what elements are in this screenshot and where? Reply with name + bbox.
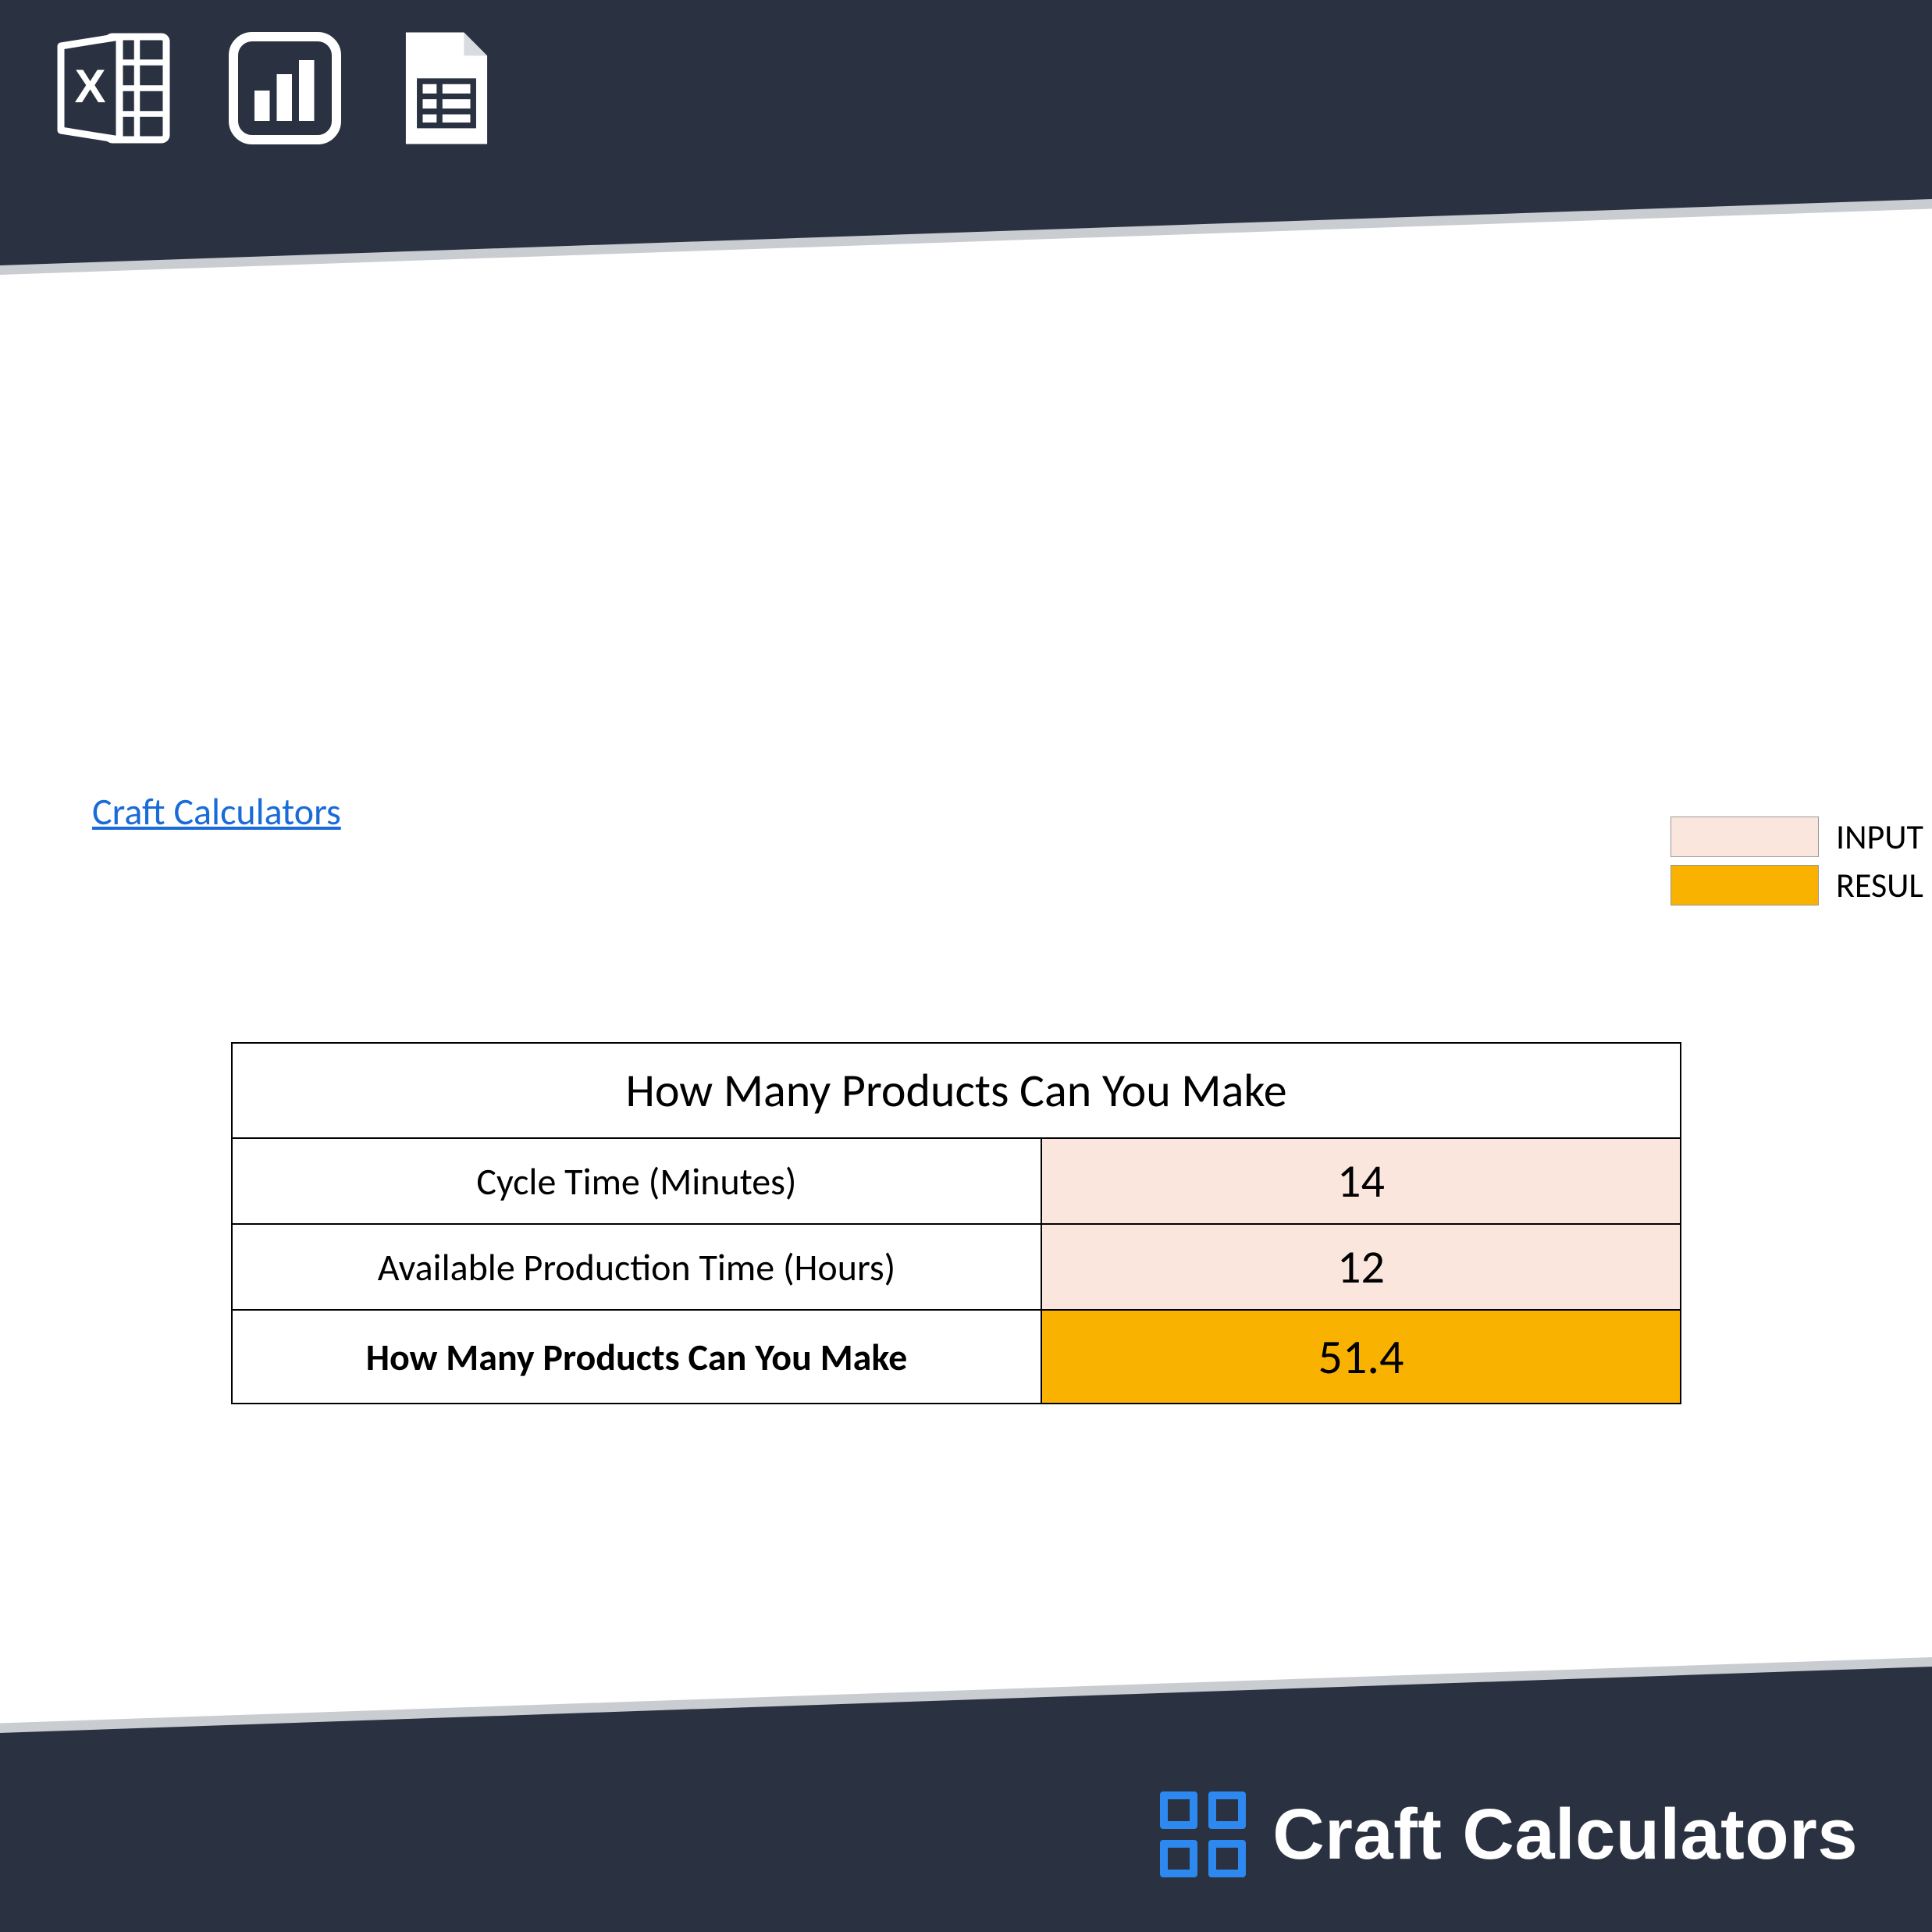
legend-row-result: RESUL: [1670, 864, 1932, 906]
top-icon-row: X: [56, 30, 496, 147]
footer-brand-text: Craft Calculators: [1272, 1794, 1858, 1876]
calculator-table: How Many Products Can You Make Cycle Tim…: [231, 1042, 1681, 1404]
table-row: Cycle Time (Minutes) 14: [232, 1138, 1681, 1224]
legend-row-input: INPUT: [1670, 816, 1932, 858]
legend-swatch-result: [1670, 865, 1819, 906]
legend: INPUT RESUL: [1670, 816, 1932, 906]
table-result-row: How Many Products Can You Make 51.4: [232, 1310, 1681, 1404]
content-area: Craft Calculators INPUT RESUL How Many P…: [0, 0, 1932, 1932]
brand-squares-icon: [1160, 1791, 1246, 1877]
available-time-label: Available Production Time (Hours): [232, 1224, 1041, 1310]
calculator-title: How Many Products Can You Make: [232, 1043, 1681, 1138]
legend-swatch-input: [1670, 817, 1819, 857]
cycle-time-input[interactable]: 14: [1041, 1138, 1681, 1224]
legend-result-label: RESUL: [1836, 864, 1923, 906]
craft-calculators-link[interactable]: Craft Calculators: [92, 788, 341, 834]
bar-chart-icon: [226, 30, 343, 147]
table-title-row: How Many Products Can You Make: [232, 1043, 1681, 1138]
spreadsheet-file-icon: [397, 30, 496, 147]
result-label: How Many Products Can You Make: [232, 1310, 1041, 1404]
svg-text:X: X: [74, 60, 105, 112]
cycle-time-label: Cycle Time (Minutes): [232, 1138, 1041, 1224]
footer-brand: Craft Calculators: [1160, 1791, 1858, 1877]
table-row: Available Production Time (Hours) 12: [232, 1224, 1681, 1310]
result-value: 51.4: [1041, 1310, 1681, 1404]
excel-icon: X: [56, 30, 173, 147]
legend-input-label: INPUT: [1836, 816, 1923, 858]
available-time-input[interactable]: 12: [1041, 1224, 1681, 1310]
page-root: X Craft Calculators: [0, 0, 1932, 1932]
